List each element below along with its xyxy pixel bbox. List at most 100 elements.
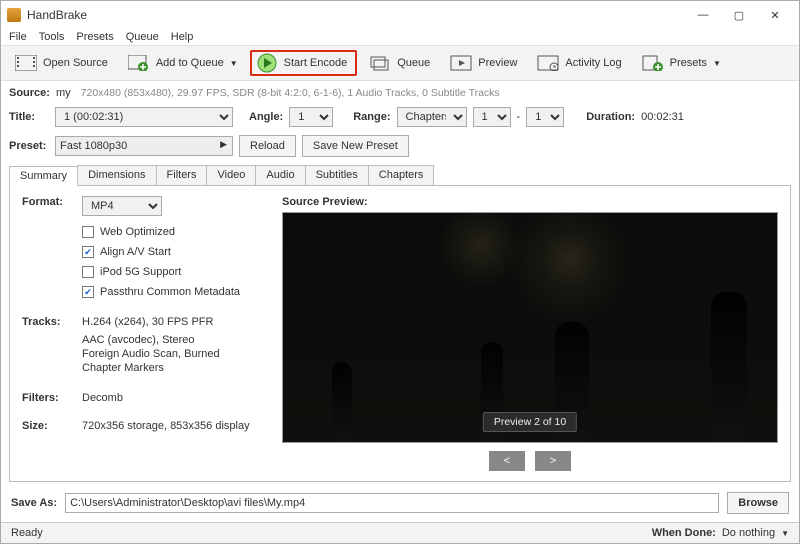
- tab-filters[interactable]: Filters: [156, 165, 208, 185]
- menu-presets[interactable]: Presets: [76, 31, 113, 43]
- range-from-select[interactable]: 1: [473, 107, 511, 127]
- browse-button[interactable]: Browse: [727, 492, 789, 514]
- log-icon: [537, 54, 559, 72]
- title-select[interactable]: 1 (00:02:31): [55, 107, 233, 127]
- size-value: 720x356 storage, 853x356 display: [82, 420, 250, 432]
- status-text: Ready: [11, 527, 43, 539]
- close-button[interactable]: ✕: [757, 5, 793, 25]
- tab-summary[interactable]: Summary: [9, 166, 78, 186]
- range-label: Range:: [353, 111, 390, 123]
- save-as-field[interactable]: [65, 493, 719, 513]
- duration-label: Duration:: [586, 111, 635, 123]
- title-label: Title:: [9, 111, 49, 123]
- menu-file[interactable]: File: [9, 31, 27, 43]
- menubar: File Tools Presets Queue Help: [1, 29, 799, 46]
- track-line: AAC (avcodec), Stereo: [82, 334, 262, 346]
- save-preset-button[interactable]: Save New Preset: [302, 135, 409, 157]
- save-as-row: Save As: Browse: [1, 486, 799, 522]
- play-icon: [256, 54, 278, 72]
- preset-icon: [642, 54, 664, 72]
- add-queue-button[interactable]: Add to Queue ▼: [120, 50, 246, 76]
- titlebar: HandBrake — ▢ ✕: [1, 1, 799, 29]
- title-row: Title: 1 (00:02:31) Angle: 1 Range: Chap…: [9, 107, 791, 127]
- chevron-down-icon[interactable]: ▼: [713, 59, 721, 68]
- align-av-check[interactable]: ✔Align A/V Start: [82, 246, 262, 258]
- duration-value: 00:02:31: [641, 111, 684, 123]
- source-info: 720x480 (853x480), 29.97 FPS, SDR (8-bit…: [81, 87, 500, 99]
- activity-label: Activity Log: [565, 57, 621, 69]
- checkbox-icon: ✔: [82, 246, 94, 258]
- range-to-select[interactable]: 1: [526, 107, 564, 127]
- preset-field[interactable]: [55, 136, 233, 156]
- tracks-label: Tracks:: [22, 316, 82, 328]
- tabs: Summary Dimensions Filters Video Audio S…: [9, 165, 791, 186]
- tab-audio[interactable]: Audio: [255, 165, 305, 185]
- queue-button[interactable]: Queue: [361, 50, 438, 76]
- start-encode-button[interactable]: Start Encode: [250, 50, 358, 76]
- preview-silhouette: [332, 362, 352, 442]
- tab-dimensions[interactable]: Dimensions: [77, 165, 156, 185]
- preview-next-button[interactable]: >: [535, 451, 571, 471]
- source-row: Source: my 720x480 (853x480), 29.97 FPS,…: [9, 87, 791, 99]
- track-line: Foreign Audio Scan, Burned: [82, 348, 262, 360]
- statusbar: Ready When Done: Do nothing ▼: [1, 522, 799, 543]
- presets-label: Presets: [670, 57, 707, 69]
- track-line: Chapter Markers: [82, 362, 262, 374]
- add-queue-label: Add to Queue: [156, 57, 224, 69]
- chevron-right-icon[interactable]: ▶: [220, 139, 227, 150]
- size-label: Size:: [22, 420, 82, 432]
- tab-chapters[interactable]: Chapters: [368, 165, 435, 185]
- checkbox-icon: ✔: [82, 286, 94, 298]
- web-optimized-check[interactable]: Web Optimized: [82, 226, 262, 238]
- source-preview-label: Source Preview:: [282, 196, 778, 208]
- menu-help[interactable]: Help: [171, 31, 194, 43]
- toolbar: Open Source Add to Queue ▼ Start Encode …: [1, 46, 799, 81]
- filters-value: Decomb: [82, 392, 123, 404]
- tab-video[interactable]: Video: [206, 165, 256, 185]
- open-source-button[interactable]: Open Source: [7, 50, 116, 76]
- checkbox-icon: [82, 266, 94, 278]
- tab-subtitles[interactable]: Subtitles: [305, 165, 369, 185]
- source-label: Source:: [9, 87, 50, 99]
- preset-label: Preset:: [9, 140, 49, 152]
- preview-button[interactable]: Preview: [442, 50, 525, 76]
- open-source-label: Open Source: [43, 57, 108, 69]
- queue-label: Queue: [397, 57, 430, 69]
- angle-label: Angle:: [249, 111, 283, 123]
- images-icon: [369, 54, 391, 72]
- track-line: H.264 (x264), 30 FPS PFR: [82, 316, 213, 328]
- reload-button[interactable]: Reload: [239, 135, 296, 157]
- image-plus-icon: [128, 54, 150, 72]
- preview-label: Preview: [478, 57, 517, 69]
- play-rect-icon: [450, 54, 472, 72]
- chevron-down-icon[interactable]: ▼: [781, 529, 789, 538]
- range-dash: -: [517, 111, 521, 123]
- source-name: my: [56, 87, 71, 99]
- app-icon: [7, 8, 21, 22]
- when-done-value[interactable]: Do nothing: [722, 527, 775, 539]
- when-done-label: When Done:: [652, 527, 716, 539]
- preview-frame[interactable]: Preview 2 of 10: [282, 212, 778, 443]
- save-as-label: Save As:: [11, 497, 57, 509]
- maximize-button[interactable]: ▢: [721, 5, 757, 25]
- passthru-check[interactable]: ✔Passthru Common Metadata: [82, 286, 262, 298]
- format-label: Format:: [22, 196, 82, 216]
- angle-select[interactable]: 1: [289, 107, 333, 127]
- film-icon: [15, 54, 37, 72]
- start-encode-label: Start Encode: [284, 57, 348, 69]
- minimize-button[interactable]: —: [685, 5, 721, 25]
- preview-badge: Preview 2 of 10: [483, 412, 577, 432]
- menu-tools[interactable]: Tools: [39, 31, 65, 43]
- preview-prev-button[interactable]: <: [489, 451, 525, 471]
- format-select[interactable]: MP4: [82, 196, 162, 216]
- chevron-down-icon[interactable]: ▼: [230, 59, 238, 68]
- range-type-select[interactable]: Chapters: [397, 107, 467, 127]
- presets-button[interactable]: Presets ▼: [634, 50, 729, 76]
- menu-queue[interactable]: Queue: [126, 31, 159, 43]
- activity-log-button[interactable]: Activity Log: [529, 50, 629, 76]
- preset-row: Preset: ▶ Reload Save New Preset: [9, 135, 791, 157]
- filters-label: Filters:: [22, 392, 82, 404]
- window-title: HandBrake: [27, 8, 685, 22]
- summary-panel: Format: MP4 Web Optimized ✔Align A/V Sta…: [9, 186, 791, 482]
- ipod-check[interactable]: iPod 5G Support: [82, 266, 262, 278]
